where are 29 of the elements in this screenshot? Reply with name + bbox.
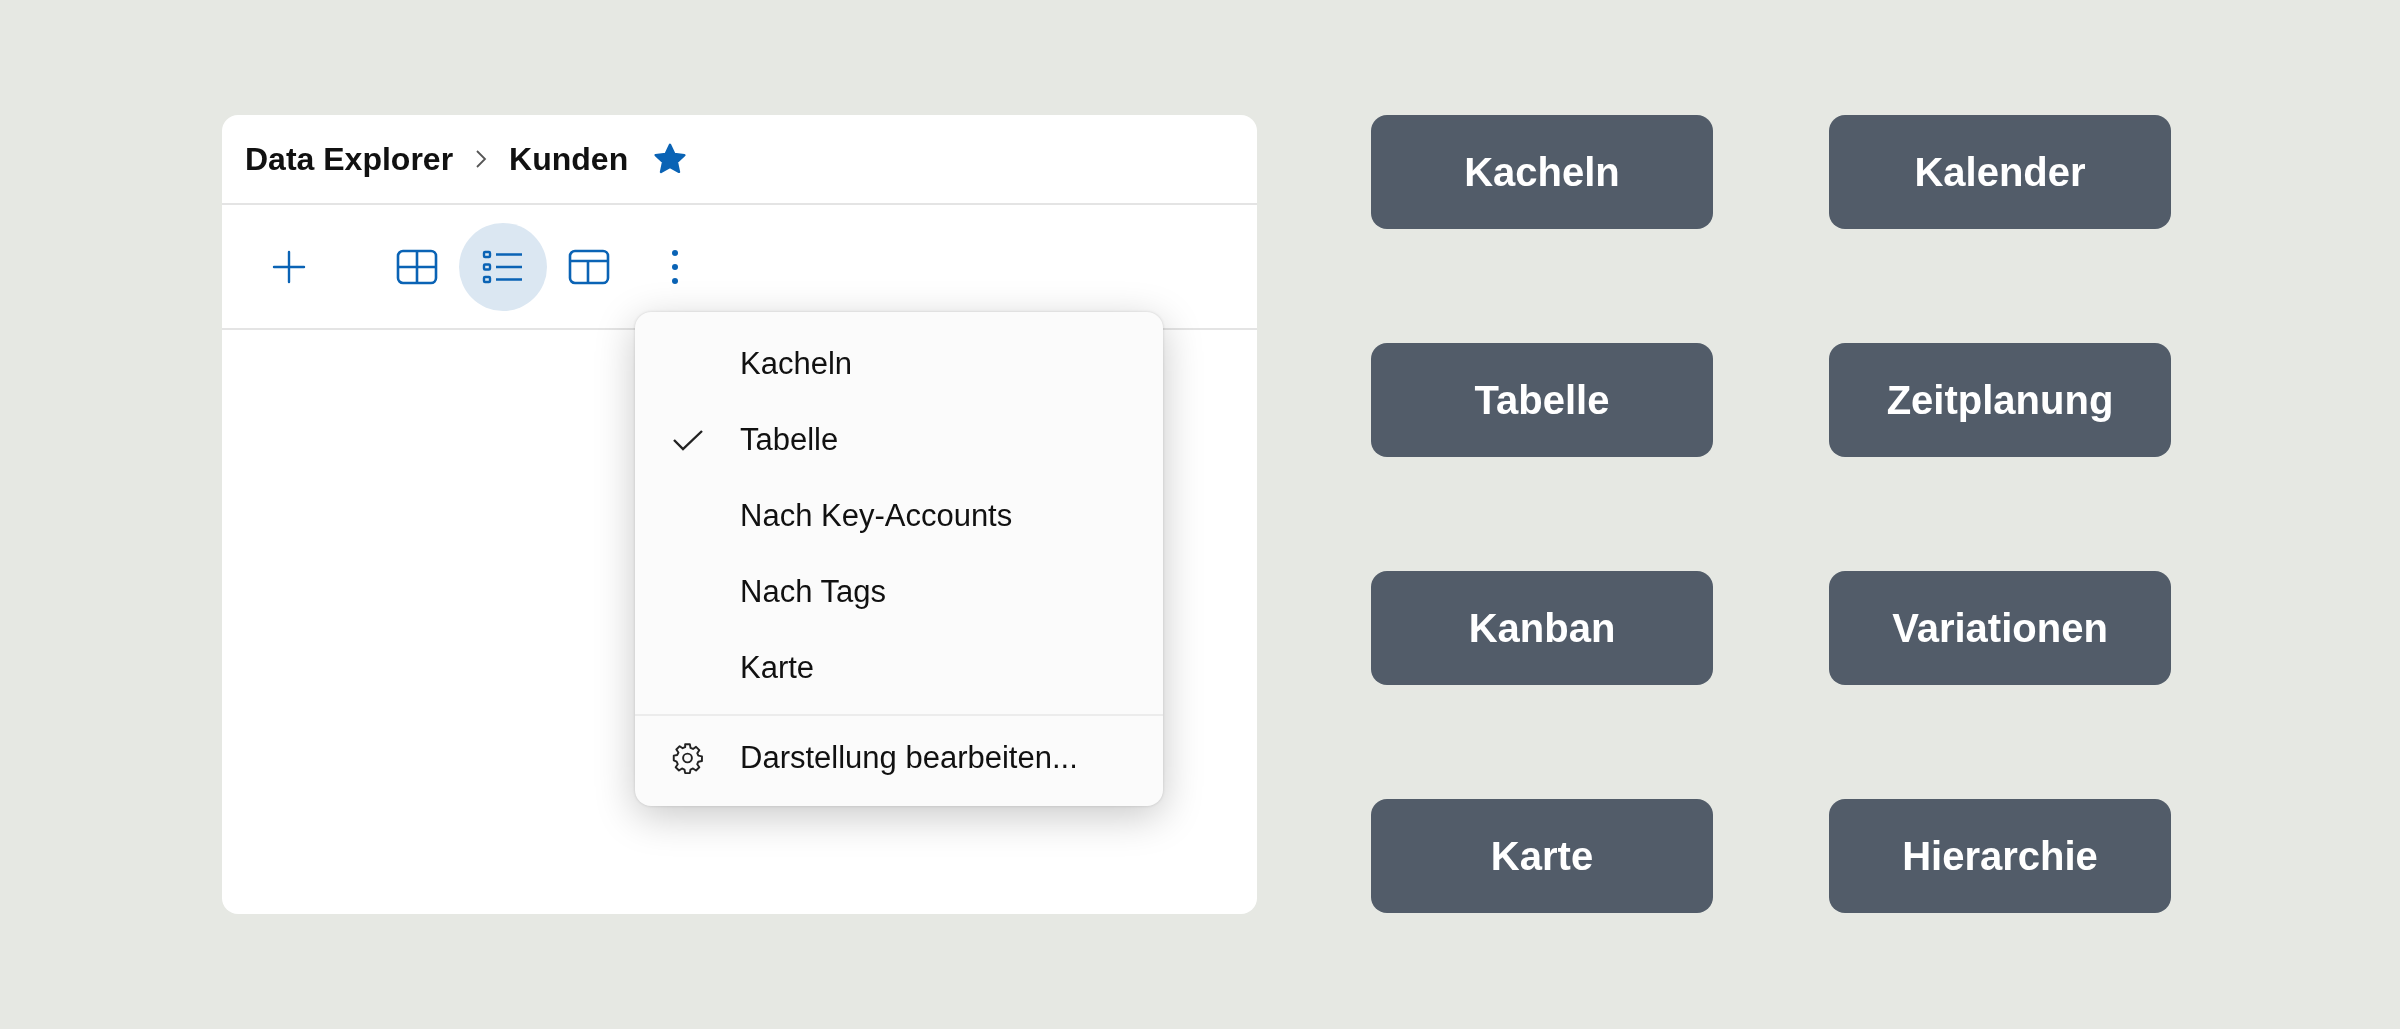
view-type-button[interactable]: Hierarchie (1829, 799, 2171, 913)
view-type-button[interactable]: Kacheln (1371, 115, 1713, 229)
breadcrumb-parent[interactable]: Data Explorer (245, 140, 454, 178)
view-type-button[interactable]: Kanban (1371, 571, 1713, 685)
breadcrumb-current: Kunden (509, 140, 629, 178)
plus-icon (271, 248, 307, 285)
view-type-button[interactable]: Kalender (1829, 115, 2171, 229)
menu-item[interactable]: Tabelle (635, 402, 1163, 478)
menu-label: Tabelle (740, 422, 839, 458)
menu-item[interactable]: Kacheln (635, 326, 1163, 402)
menu-item[interactable]: Nach Key-Accounts (635, 478, 1163, 554)
menu-label: Kacheln (740, 346, 853, 382)
view-type-button[interactable]: Variationen (1829, 571, 2171, 685)
more-icon (671, 248, 679, 285)
view-type-button[interactable]: Tabelle (1371, 343, 1713, 457)
menu-item[interactable]: Nach Tags (635, 554, 1163, 630)
gear-icon (671, 741, 704, 775)
menu-item[interactable]: Karte (635, 630, 1163, 706)
table-layout-icon (568, 248, 610, 285)
grid-icon (396, 248, 438, 285)
menu-label: Nach Key-Accounts (740, 498, 1013, 534)
view-type-button[interactable]: Karte (1371, 799, 1713, 913)
list-icon (482, 248, 524, 285)
menu-item[interactable]: Darstellung bearbeiten... (635, 722, 1163, 794)
view-type-button[interactable]: Zeitplanung (1829, 343, 2171, 457)
menu-label: Darstellung bearbeiten... (740, 740, 1078, 776)
menu-label: Nach Tags (740, 574, 886, 610)
chevron-right-icon (475, 149, 488, 169)
menu-label: Karte (740, 650, 815, 686)
